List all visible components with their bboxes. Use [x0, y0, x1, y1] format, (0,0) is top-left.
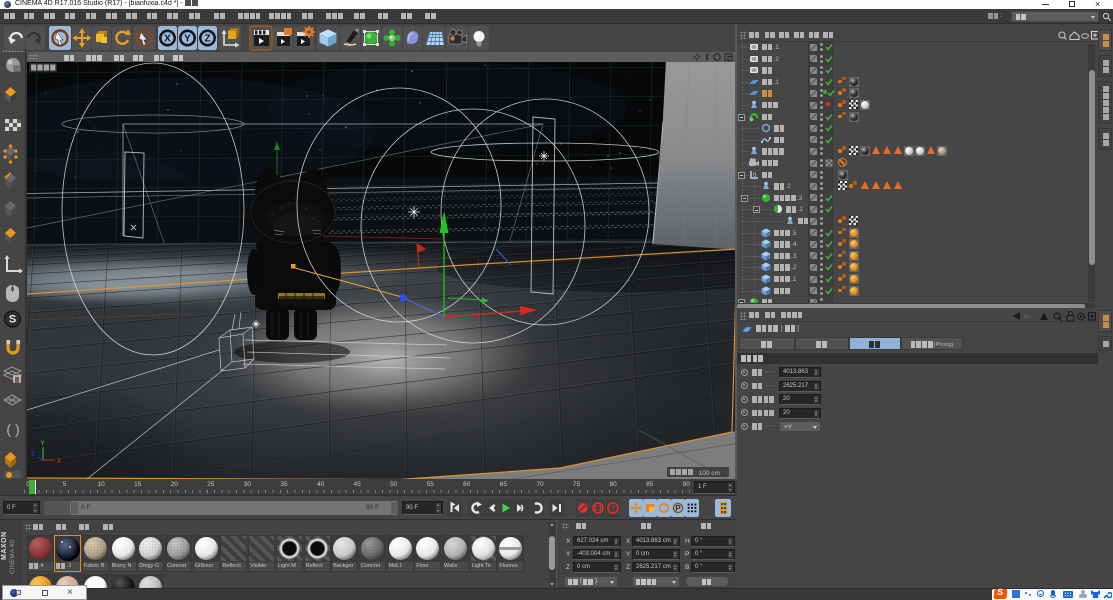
svg-text:X: X	[57, 459, 61, 465]
svg-text:Y: Y	[184, 34, 191, 45]
svg-text:Y: Y	[41, 441, 45, 447]
svg-text:?: ?	[611, 504, 616, 513]
svg-text:( ): ( )	[6, 421, 19, 437]
svg-text:X: X	[164, 34, 171, 45]
svg-text:Z: Z	[204, 34, 210, 45]
svg-text:Z: Z	[31, 452, 35, 458]
svg-text:P: P	[675, 504, 681, 513]
svg-text:S: S	[9, 314, 16, 326]
svg-text:: 100 cm: : 100 cm	[695, 470, 720, 477]
